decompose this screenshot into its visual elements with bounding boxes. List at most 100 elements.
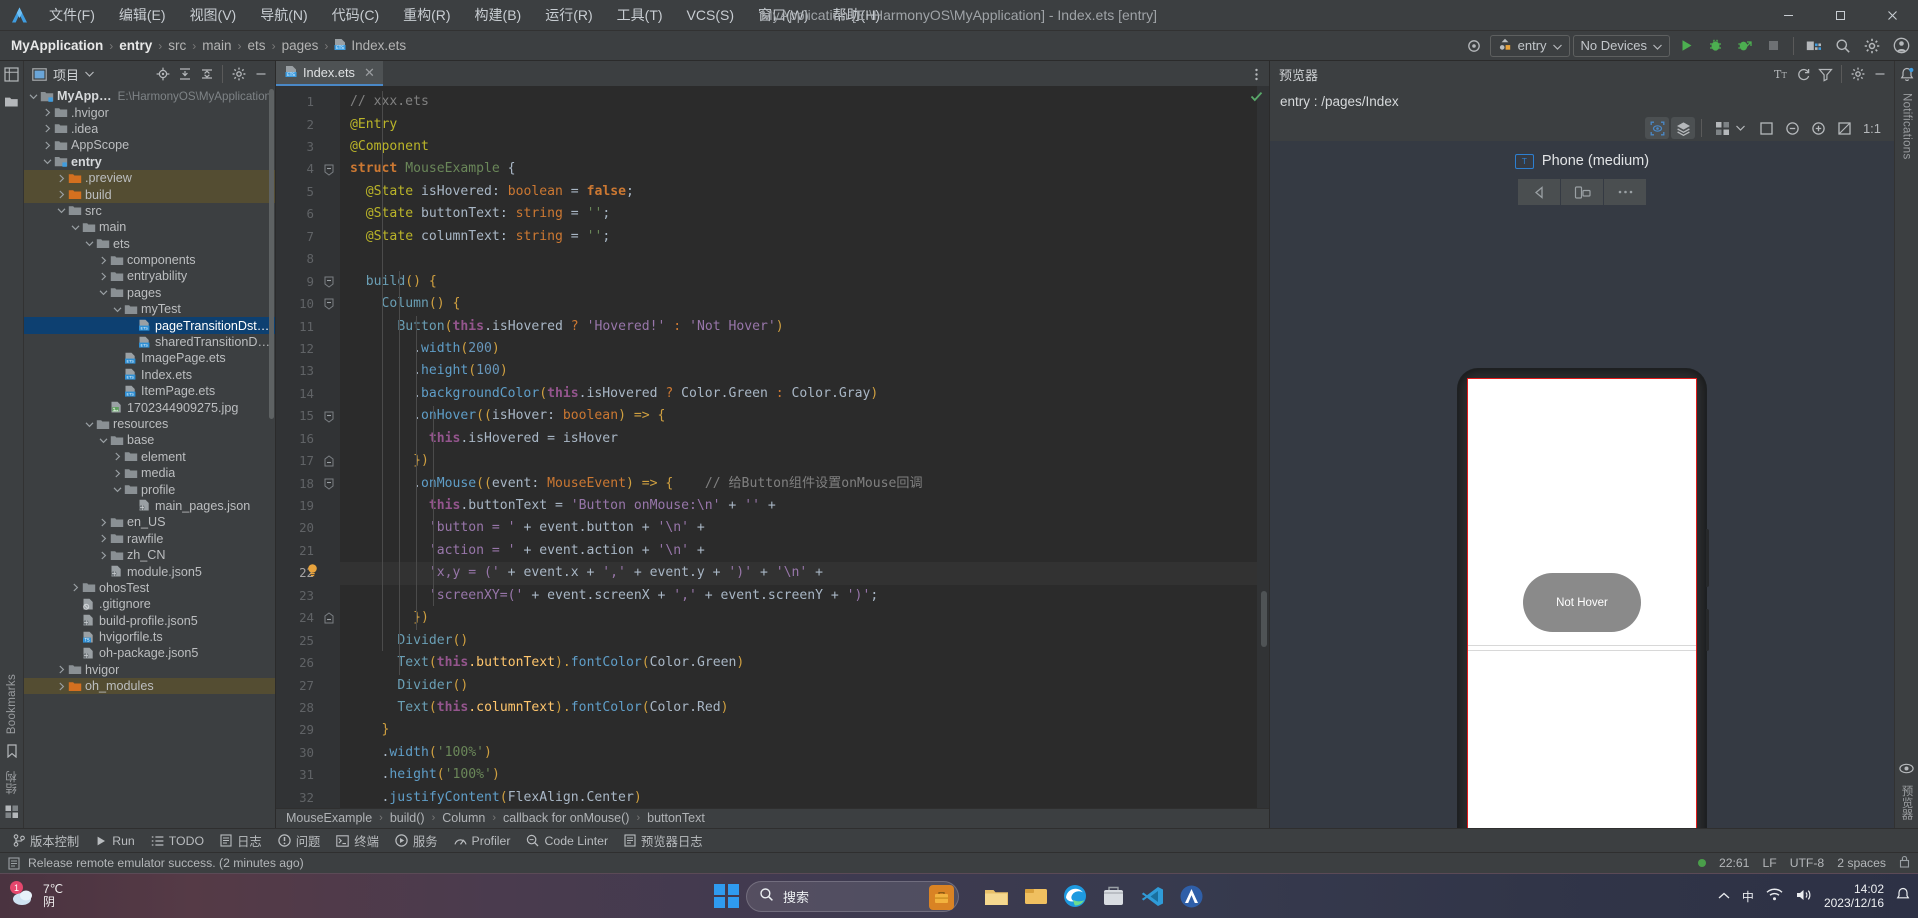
maximize-button[interactable] bbox=[1814, 0, 1866, 31]
code-fold-minus-icon[interactable] bbox=[324, 473, 334, 495]
tree-node[interactable]: TS hvigorfile.ts bbox=[24, 629, 275, 645]
tree-node[interactable]: zh_CN bbox=[24, 547, 275, 563]
chevron-right-icon[interactable] bbox=[42, 123, 53, 134]
code-fold-minus-icon[interactable] bbox=[324, 158, 334, 180]
project-tool-icon[interactable] bbox=[4, 67, 19, 85]
chevron-up-icon[interactable] bbox=[1718, 889, 1730, 903]
indent-setting[interactable]: 2 spaces bbox=[1837, 856, 1886, 870]
breadcrumb-item-project[interactable]: MyApplication bbox=[8, 38, 106, 53]
chevron-down-icon[interactable] bbox=[70, 222, 81, 233]
code-breadcrumb-column[interactable]: Column bbox=[440, 811, 487, 825]
refresh-icon[interactable] bbox=[1793, 64, 1814, 84]
menu-file[interactable]: 文件(F) bbox=[38, 2, 106, 28]
menu-run[interactable]: 运行(R) bbox=[534, 2, 603, 28]
structure-tool-label[interactable]: 结构 bbox=[4, 771, 20, 795]
chevron-down-icon[interactable] bbox=[84, 419, 95, 430]
previewer-label[interactable]: 预览器 bbox=[1899, 785, 1915, 820]
code-line[interactable]: } bbox=[340, 719, 1269, 741]
tree-node[interactable]: main bbox=[24, 219, 275, 235]
tool-window-4[interactable]: 日志 bbox=[213, 830, 269, 852]
tree-node[interactable]: pages bbox=[24, 285, 275, 301]
back-button[interactable] bbox=[1518, 179, 1560, 205]
phone-screen[interactable]: Not Hover bbox=[1467, 378, 1697, 828]
tool-window-2[interactable]: Run bbox=[88, 832, 142, 850]
tree-node[interactable]: myTest bbox=[24, 301, 275, 317]
bookmark-icon[interactable] bbox=[6, 744, 18, 761]
gear-icon[interactable] bbox=[1847, 64, 1868, 84]
lock-icon[interactable] bbox=[1899, 855, 1910, 871]
stop-button[interactable] bbox=[1760, 34, 1786, 58]
tree-node[interactable]: resources bbox=[24, 416, 275, 432]
code-line[interactable]: @Component bbox=[340, 136, 1269, 158]
tree-node[interactable]: profile bbox=[24, 481, 275, 497]
filter-icon[interactable] bbox=[1815, 64, 1836, 84]
tree-node[interactable]: ohosTest bbox=[24, 580, 275, 596]
marker-stripe[interactable] bbox=[1257, 86, 1269, 808]
code-line[interactable]: @Entry bbox=[340, 114, 1269, 136]
hide-panel-icon[interactable] bbox=[1869, 64, 1890, 84]
tree-node[interactable]: .preview bbox=[24, 169, 275, 187]
tree-node[interactable]: src bbox=[24, 203, 275, 219]
code-line[interactable]: 'button = ' + event.button + '\n' + bbox=[340, 517, 1269, 539]
zoom-out-icon[interactable] bbox=[1780, 117, 1804, 139]
menu-view[interactable]: 视图(V) bbox=[179, 2, 248, 28]
wifi-icon[interactable] bbox=[1766, 888, 1783, 904]
chevron-right-icon[interactable] bbox=[98, 517, 109, 528]
tree-node[interactable]: oh-package.json5 bbox=[24, 645, 275, 661]
code-fold-plus-icon[interactable] bbox=[324, 607, 334, 629]
chevron-right-icon[interactable] bbox=[98, 550, 109, 561]
code-line[interactable]: .width('100%') bbox=[340, 742, 1269, 764]
collapse-all-icon[interactable] bbox=[196, 64, 217, 84]
chevron-down-icon[interactable] bbox=[98, 287, 109, 298]
code-line[interactable]: build() { bbox=[340, 271, 1269, 293]
weather-widget[interactable]: 1 7℃ 阴 bbox=[0, 881, 63, 909]
code-line[interactable]: @State isHovered: boolean = false; bbox=[340, 181, 1269, 203]
start-button[interactable] bbox=[713, 883, 740, 910]
chevron-right-icon[interactable] bbox=[56, 664, 67, 675]
project-tree-scrollbar[interactable] bbox=[269, 89, 274, 419]
chevron-down-icon[interactable] bbox=[112, 304, 123, 315]
tree-node[interactable]: MyApplication E:\HarmonyOS\MyApplication bbox=[24, 88, 275, 104]
code-line[interactable]: 'x,y = (' + event.x + ',' + event.y + ')… bbox=[340, 562, 1269, 585]
editor-scrollbar[interactable] bbox=[1261, 591, 1267, 648]
breadcrumb-item-main[interactable]: main bbox=[199, 38, 234, 53]
notification-center-icon[interactable] bbox=[1896, 887, 1910, 905]
code-line[interactable]: this.buttonText = 'Button onMouse:\n' + … bbox=[340, 495, 1269, 517]
menu-navigate[interactable]: 导航(N) bbox=[249, 2, 318, 28]
vscode-icon[interactable] bbox=[1139, 883, 1166, 910]
tree-node[interactable]: base bbox=[24, 432, 275, 448]
menu-edit[interactable]: 编辑(E) bbox=[108, 2, 177, 28]
briefcase-icon[interactable] bbox=[929, 884, 954, 910]
code-line[interactable]: struct MouseExample { bbox=[340, 158, 1269, 180]
minimize-button[interactable] bbox=[1762, 0, 1814, 31]
hide-panel-icon[interactable] bbox=[250, 64, 271, 84]
chevron-down-icon[interactable] bbox=[98, 435, 109, 446]
edge-browser-icon[interactable] bbox=[1061, 883, 1088, 910]
menu-code[interactable]: 代码(C) bbox=[321, 2, 390, 28]
multi-device-icon[interactable] bbox=[1708, 117, 1752, 139]
code-text[interactable]: // xxx.ets @Entry @Component struct MouseEx… bbox=[340, 86, 1269, 808]
file-explorer-icon[interactable] bbox=[983, 883, 1010, 910]
code-fold-minus-icon[interactable] bbox=[324, 271, 334, 293]
device-manager-icon[interactable] bbox=[1801, 34, 1827, 58]
tree-node[interactable]: ETS Index.ets bbox=[24, 367, 275, 383]
chevron-right-icon[interactable] bbox=[56, 189, 67, 200]
tree-node[interactable]: ETS ItemPage.ets bbox=[24, 383, 275, 399]
preview-hover-button[interactable]: Not Hover bbox=[1523, 573, 1641, 632]
tool-window-8[interactable]: Profiler bbox=[447, 832, 518, 850]
run-coverage-button[interactable] bbox=[1731, 34, 1757, 58]
chevron-down-icon[interactable] bbox=[84, 238, 95, 249]
font-size-icon[interactable]: TT bbox=[1771, 64, 1792, 84]
close-button[interactable] bbox=[1866, 0, 1918, 31]
breadcrumb-item-src[interactable]: src bbox=[165, 38, 189, 53]
code-line[interactable]: 'screenXY=(' + event.screenX + ',' + eve… bbox=[340, 585, 1269, 607]
tool-window-9[interactable]: Code Linter bbox=[519, 832, 615, 850]
tree-node[interactable]: 1702344909275.jpg bbox=[24, 399, 275, 415]
line-number-gutter[interactable]: 1 2 3 4 5 6 7 8 9 10 11 12 13 14 15 16 17 18 19 20 21 22 23 24 2… bbox=[276, 86, 340, 808]
tree-node[interactable]: module.json5 bbox=[24, 563, 275, 579]
code-viewport[interactable]: 1 2 3 4 5 6 7 8 9 10 11 12 13 14 15 16 17 18 19 20 21 22 23 24 2… bbox=[276, 86, 1269, 808]
chevron-right-icon[interactable] bbox=[70, 582, 81, 593]
tool-window-7[interactable]: 服务 bbox=[388, 830, 445, 852]
code-line[interactable]: @State buttonText: string = ''; bbox=[340, 203, 1269, 225]
code-breadcrumb-callback[interactable]: callback for onMouse() bbox=[501, 811, 631, 825]
